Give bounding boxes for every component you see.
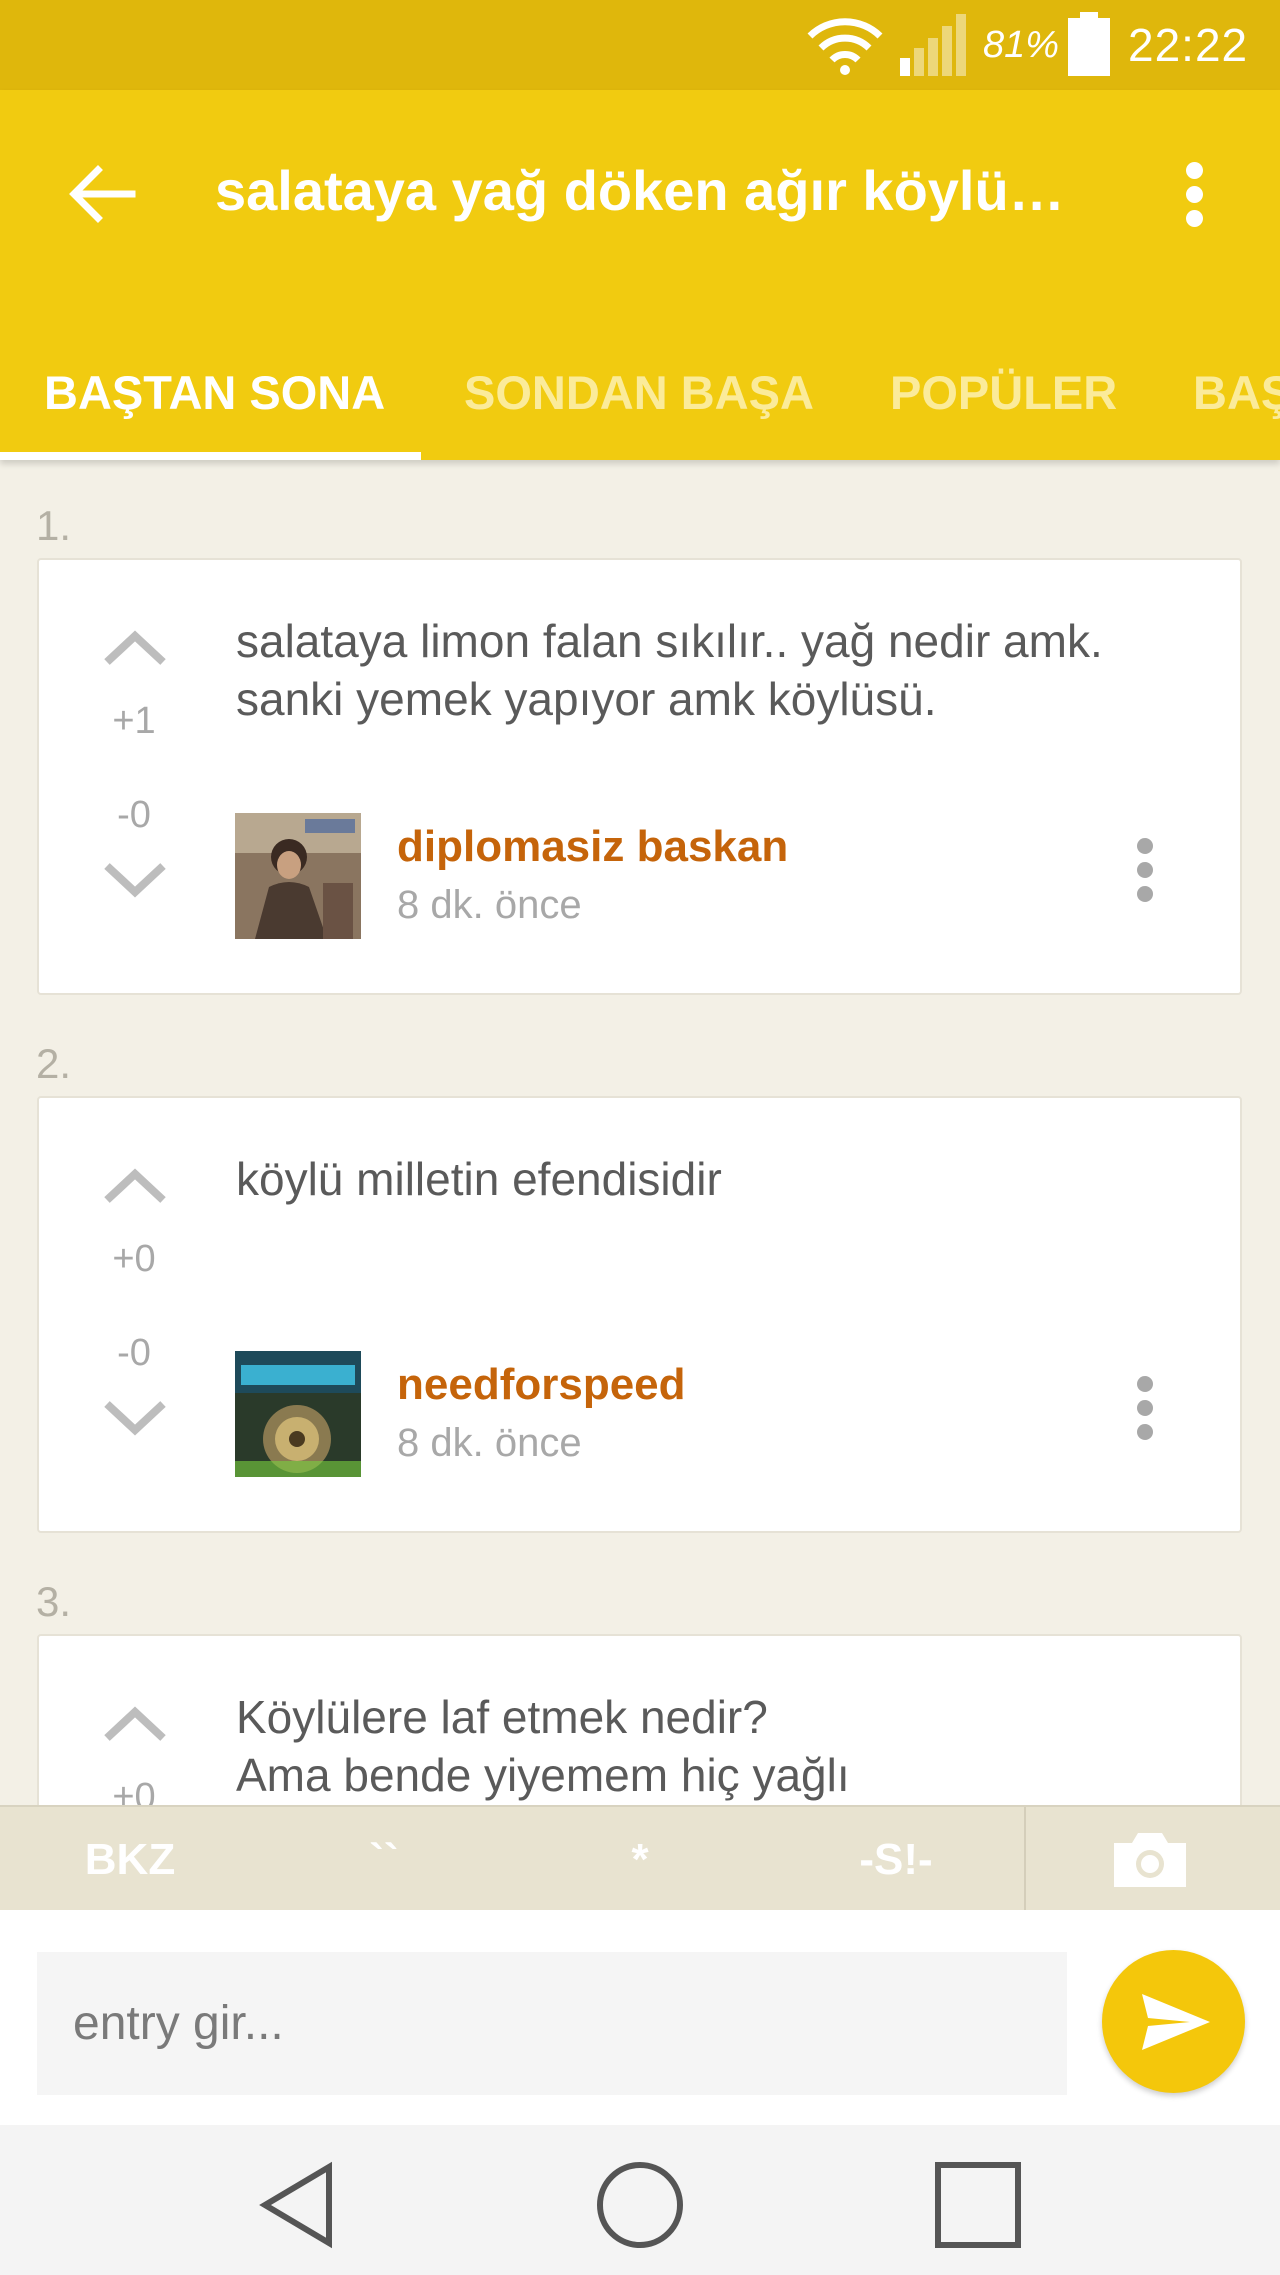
upvote-count: +1 <box>112 700 156 742</box>
entry-card: +0 Köylülere laf etmek nedir? Ama bende … <box>37 1634 1242 1805</box>
chevron-up-icon[interactable] <box>95 618 175 678</box>
entry-number: 3. <box>36 1578 72 1625</box>
more-vert-icon <box>1137 1376 1153 1392</box>
bkz-button[interactable]: BKZ <box>40 1807 220 1912</box>
tab-sondan-basa[interactable]: SONDAN BAŞA <box>464 325 814 460</box>
status-bar: 81% 22:22 <box>0 0 1280 90</box>
avatar[interactable] <box>235 813 361 939</box>
nav-home-icon[interactable] <box>590 2155 690 2255</box>
entry-time: 8 dk. önce <box>397 883 582 927</box>
battery-icon <box>1068 12 1110 76</box>
tab-bastan-sona[interactable]: BAŞTAN SONA <box>44 325 385 460</box>
backtick-button[interactable]: `` <box>294 1807 474 1912</box>
entry-text: köylü milletin efendisidir <box>236 1153 722 1205</box>
entry-time: 8 dk. önce <box>397 1421 582 1465</box>
entry-number: 1. <box>36 502 72 549</box>
tab-bas[interactable]: BAŞ <box>1193 325 1280 460</box>
entry-card: +0 -0 köylü milletin efendisidir needfor… <box>37 1096 1242 1533</box>
overflow-menu-button[interactable] <box>1170 154 1220 234</box>
chevron-up-icon[interactable] <box>95 1694 175 1754</box>
system-nav-bar <box>0 2125 1280 2275</box>
entry-input[interactable] <box>37 1952 1067 2095</box>
entry-more-button[interactable] <box>1125 832 1165 912</box>
chevron-down-icon[interactable] <box>95 1388 175 1448</box>
page-title: salataya yağ döken ağır köylü… <box>215 159 1065 222</box>
app-bar: salataya yağ döken ağır köylü… BAŞTAN SO… <box>0 90 1280 460</box>
upvote-count: +0 <box>112 1776 156 1805</box>
entry-more-button[interactable] <box>1125 1370 1165 1450</box>
author-name[interactable]: needforspeed <box>397 1360 686 1410</box>
send-icon <box>1142 1994 1210 2050</box>
battery-percent: 81% <box>983 24 1060 66</box>
camera-icon[interactable] <box>1110 1829 1190 1891</box>
avatar[interactable] <box>235 1351 361 1477</box>
entry-card: +1 -0 salataya limon falan sıkılır.. yağ… <box>37 558 1242 995</box>
active-tab-indicator <box>0 452 421 460</box>
tab-populer[interactable]: POPÜLER <box>890 325 1117 460</box>
send-button[interactable] <box>1102 1950 1245 2093</box>
nav-back-icon[interactable] <box>253 2155 353 2255</box>
entry-text: salataya limon falan sıkılır.. yağ nedir… <box>236 615 1103 725</box>
signal-icon <box>900 14 966 76</box>
composer <box>0 1910 1280 2125</box>
tab-bar: BAŞTAN SONA SONDAN BAŞA POPÜLER BAŞ <box>0 325 1280 460</box>
toolbar-divider <box>1024 1807 1026 1912</box>
spoiler-button[interactable]: -S!- <box>806 1807 986 1912</box>
more-vert-icon <box>1186 162 1203 179</box>
format-toolbar: BKZ `` * -S!- <box>0 1805 1280 1912</box>
more-vert-icon <box>1137 838 1153 854</box>
upvote-count: +0 <box>112 1238 156 1280</box>
clock: 22:22 <box>1128 19 1249 71</box>
asterisk-button[interactable]: * <box>550 1807 730 1912</box>
nav-recents-icon[interactable] <box>928 2155 1028 2255</box>
entry-text: Köylülere laf etmek nedir? Ama bende yiy… <box>236 1691 850 1801</box>
downvote-count: -0 <box>117 1332 151 1374</box>
back-arrow-icon <box>69 165 136 223</box>
author-name[interactable]: diplomasiz baskan <box>397 822 788 872</box>
wifi-icon <box>807 18 883 75</box>
chevron-down-icon[interactable] <box>95 850 175 910</box>
entry-number: 2. <box>36 1040 72 1087</box>
chevron-up-icon[interactable] <box>95 1156 175 1216</box>
back-button[interactable] <box>62 154 142 234</box>
downvote-count: -0 <box>117 794 151 836</box>
entry-list[interactable]: 1. +1 -0 salataya limon falan sıkılır.. … <box>0 460 1280 1805</box>
